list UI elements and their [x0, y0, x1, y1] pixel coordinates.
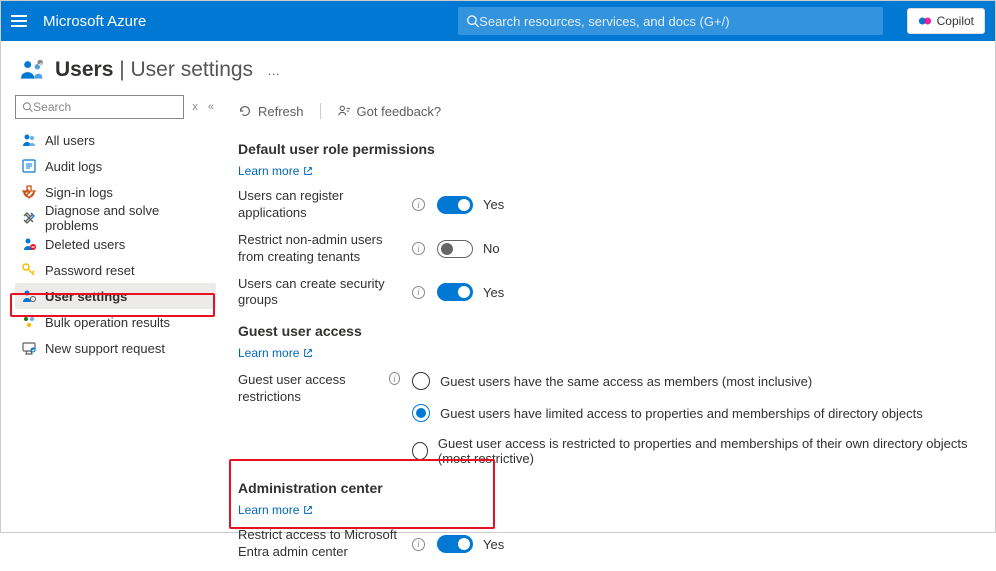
sidebar-search[interactable]	[15, 95, 184, 119]
toggle-value: Yes	[483, 537, 504, 552]
section-default-permissions-title: Default user role permissions	[238, 141, 979, 157]
setting-label: Restrict access to Microsoft Entra admin…	[238, 527, 408, 561]
more-actions-button[interactable]: …	[263, 63, 285, 78]
info-icon[interactable]: i	[412, 198, 425, 211]
sidebar-item-audit-logs[interactable]: Audit logs	[15, 153, 216, 179]
diagnose-icon	[21, 210, 37, 226]
radio-label: Guest user access is restricted to prope…	[438, 436, 979, 466]
deleted-users-icon	[21, 236, 37, 252]
info-icon[interactable]: i	[412, 538, 425, 551]
guest-access-radio-1[interactable]	[412, 404, 430, 422]
sidebar-item-all-users[interactable]: All users	[15, 127, 216, 153]
sidebar-search-input[interactable]	[33, 100, 177, 114]
radio-label: Guest users have the same access as memb…	[440, 374, 812, 389]
sidebar-item-bulk-results[interactable]: Bulk operation results	[15, 309, 216, 335]
toggle-value: Yes	[483, 197, 504, 212]
sidebar-item-support[interactable]: New support request	[15, 335, 216, 361]
users-icon	[19, 57, 45, 83]
search-icon	[466, 14, 480, 28]
sidebar-close-button[interactable]: x	[190, 101, 200, 113]
copilot-icon	[918, 14, 932, 28]
feedback-icon	[337, 104, 351, 118]
user-settings-icon	[21, 288, 37, 304]
learn-more-link[interactable]: Learn more	[238, 503, 313, 517]
sidebar-collapse-button[interactable]: «	[206, 101, 216, 113]
sidebar-item-diagnose[interactable]: Diagnose and solve problems	[15, 205, 216, 231]
permission-toggle-1[interactable]	[437, 240, 473, 258]
setting-label: Guest user access restrictions	[238, 372, 385, 406]
permission-toggle-2[interactable]	[437, 283, 473, 301]
guest-access-radio-2[interactable]	[412, 442, 428, 460]
external-link-icon	[303, 166, 313, 176]
signin-icon	[21, 184, 37, 200]
info-icon[interactable]: i	[412, 242, 425, 255]
info-icon[interactable]: i	[389, 372, 400, 385]
support-icon	[21, 340, 37, 356]
audit-logs-icon	[21, 158, 37, 174]
setting-label: Users can register applications	[238, 188, 408, 222]
toggle-value: Yes	[483, 285, 504, 300]
key-icon	[21, 262, 37, 278]
users-icon	[21, 132, 37, 148]
external-link-icon	[303, 348, 313, 358]
external-link-icon	[303, 505, 313, 515]
refresh-icon	[238, 104, 252, 118]
learn-more-link[interactable]: Learn more	[238, 346, 313, 360]
restrict-entra-toggle[interactable]	[437, 535, 473, 553]
hamburger-menu[interactable]	[11, 11, 31, 31]
copilot-button[interactable]: Copilot	[907, 8, 985, 34]
feedback-button[interactable]: Got feedback?	[337, 104, 442, 119]
permission-toggle-0[interactable]	[437, 196, 473, 214]
setting-label: Users can create security groups	[238, 276, 408, 310]
setting-label: Restrict non-admin users from creating t…	[238, 232, 408, 266]
page-title: Users | User settings	[55, 58, 253, 82]
section-guest-access-title: Guest user access	[238, 323, 979, 339]
sidebar-item-user-settings[interactable]: User settings	[15, 283, 216, 309]
sidebar-item-signin-logs[interactable]: Sign-in logs	[15, 179, 216, 205]
sidebar-item-deleted-users[interactable]: Deleted users	[15, 231, 216, 257]
global-search[interactable]	[458, 7, 883, 35]
bulk-icon	[21, 314, 37, 330]
global-search-input[interactable]	[479, 14, 874, 29]
guest-access-radio-0[interactable]	[412, 372, 430, 390]
learn-more-link[interactable]: Learn more	[238, 164, 313, 178]
info-icon[interactable]: i	[412, 286, 425, 299]
toggle-value: No	[483, 241, 500, 256]
brand-label: Microsoft Azure	[43, 13, 146, 30]
radio-label: Guest users have limited access to prope…	[440, 406, 923, 421]
search-icon	[22, 101, 33, 113]
sidebar-item-password-reset[interactable]: Password reset	[15, 257, 216, 283]
section-admin-center-title: Administration center	[238, 480, 979, 496]
refresh-button[interactable]: Refresh	[238, 104, 304, 119]
